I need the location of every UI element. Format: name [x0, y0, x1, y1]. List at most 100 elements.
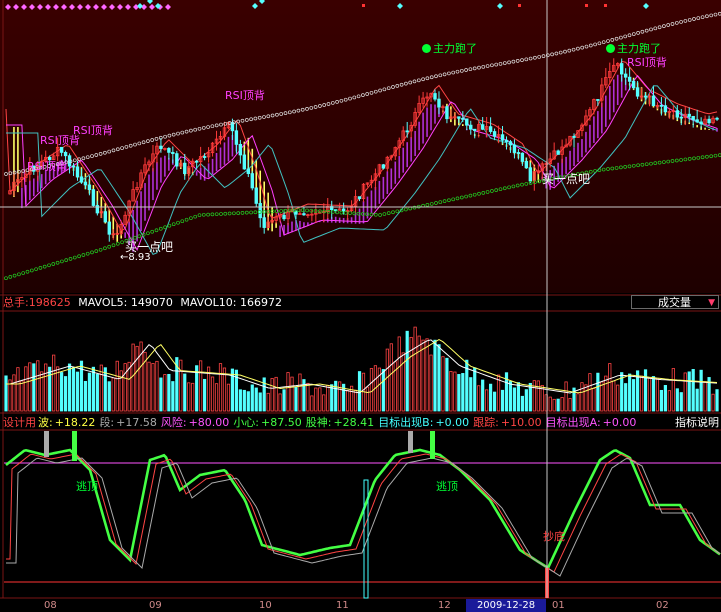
volume-bar — [298, 373, 302, 412]
volume-bar — [75, 371, 80, 412]
volume-bar — [203, 378, 207, 412]
candle-body — [357, 196, 362, 200]
candle-body — [405, 130, 409, 133]
volume-bar — [28, 362, 32, 412]
candle-body — [508, 141, 513, 146]
green-dot-icon — [422, 44, 431, 53]
volume-bar — [24, 366, 28, 412]
mavol10-value: 166972 — [240, 296, 282, 309]
volume-bar — [639, 375, 644, 412]
volume-bar — [600, 381, 604, 412]
candle-body — [175, 153, 179, 167]
volume-bar — [159, 377, 163, 412]
volume-bar — [147, 361, 151, 412]
volume-bar — [36, 360, 40, 412]
volume-bar — [413, 326, 417, 412]
volume-bar — [8, 379, 12, 412]
indicator-item-value: +18.22 — [54, 416, 96, 429]
volume-bar — [123, 363, 127, 412]
indicator-item-value: +87.50 — [261, 416, 302, 429]
volume-bar — [429, 354, 433, 412]
volume-bar — [238, 389, 242, 412]
volume-bar — [580, 382, 584, 412]
annotation-escape-1: 逃顶 — [76, 480, 98, 493]
volume-bar — [469, 377, 473, 412]
indicator-item-value: +0.00 — [435, 416, 470, 429]
volume-bar — [489, 383, 493, 412]
volume-indicator-dropdown[interactable]: 成交量 ▼ — [631, 295, 719, 309]
candle-body — [262, 217, 266, 228]
candle-body — [663, 105, 668, 113]
volume-bar — [318, 387, 322, 412]
candle-body — [91, 189, 96, 206]
candle-body — [242, 154, 247, 170]
candle-body — [512, 144, 517, 153]
mavol5-label: MAVOL5: — [78, 296, 128, 309]
candle-body — [520, 152, 525, 162]
volume-bar — [385, 348, 389, 412]
candle-body — [524, 161, 529, 169]
cursor-date: 2009-12-28 — [466, 599, 546, 612]
volume-bar — [520, 395, 524, 412]
candle-body — [167, 148, 171, 153]
volume-bar — [679, 392, 683, 412]
volume-bar — [441, 356, 445, 412]
annotation-rsi-top-4: RSI顶背 — [225, 89, 265, 102]
volume-bar — [508, 380, 513, 412]
volume-bars — [4, 326, 719, 412]
volume-bar — [389, 343, 393, 412]
candle-body — [675, 110, 680, 118]
volume-bar — [675, 388, 679, 412]
indicator-item-value: +17.58 — [116, 416, 157, 429]
volume-bar — [12, 374, 16, 412]
volume-bar — [560, 397, 564, 412]
volume-bar — [477, 385, 481, 412]
volume-bar — [278, 393, 282, 412]
volume-bar — [322, 394, 326, 412]
volume-bar — [616, 384, 620, 412]
volume-bar — [628, 373, 632, 412]
volume-bar — [306, 382, 310, 412]
volume-bar — [163, 374, 167, 412]
volume-bar — [63, 376, 68, 412]
volume-bar — [536, 380, 540, 412]
volume-bar — [421, 339, 425, 412]
volume-bar — [111, 377, 115, 412]
candle-body — [202, 156, 207, 158]
candle-body — [159, 145, 163, 150]
indicator-help-button[interactable]: 指标说明 — [675, 416, 719, 430]
volume-bar — [643, 369, 648, 412]
red-marker — [585, 4, 588, 7]
volume-bar — [346, 390, 350, 412]
candle-body — [651, 95, 656, 107]
candle-body — [433, 93, 437, 100]
volume-bar — [433, 339, 437, 412]
volume-bar — [226, 383, 231, 412]
volume-bar — [512, 387, 517, 412]
volume-bar — [56, 366, 60, 412]
volume-bar — [334, 380, 338, 412]
indicator-line — [6, 457, 721, 577]
volume-bar — [592, 388, 596, 412]
volume-bar — [314, 387, 318, 412]
volume-bar — [16, 367, 20, 412]
volume-bar — [691, 369, 695, 412]
volume-bar — [270, 378, 274, 412]
candle-body — [643, 95, 648, 98]
candle-body — [445, 106, 449, 120]
candle-body — [282, 214, 286, 220]
candle-body — [59, 146, 64, 153]
volume-bar — [596, 372, 600, 412]
indicator-item-value: +0.00 — [602, 416, 637, 429]
volume-bar — [584, 384, 588, 412]
candle-body — [516, 152, 521, 154]
volume-bar — [330, 384, 334, 412]
candle-body — [623, 73, 628, 78]
volume-bar — [687, 371, 691, 412]
volume-bar — [151, 363, 155, 412]
indicator-item-label: 小心: — [233, 416, 260, 429]
volume-ma-line — [6, 339, 718, 394]
volume-bar — [210, 376, 215, 412]
annotation-main-run-2: 主力跑了 — [606, 42, 661, 56]
volume-bar — [131, 343, 135, 412]
